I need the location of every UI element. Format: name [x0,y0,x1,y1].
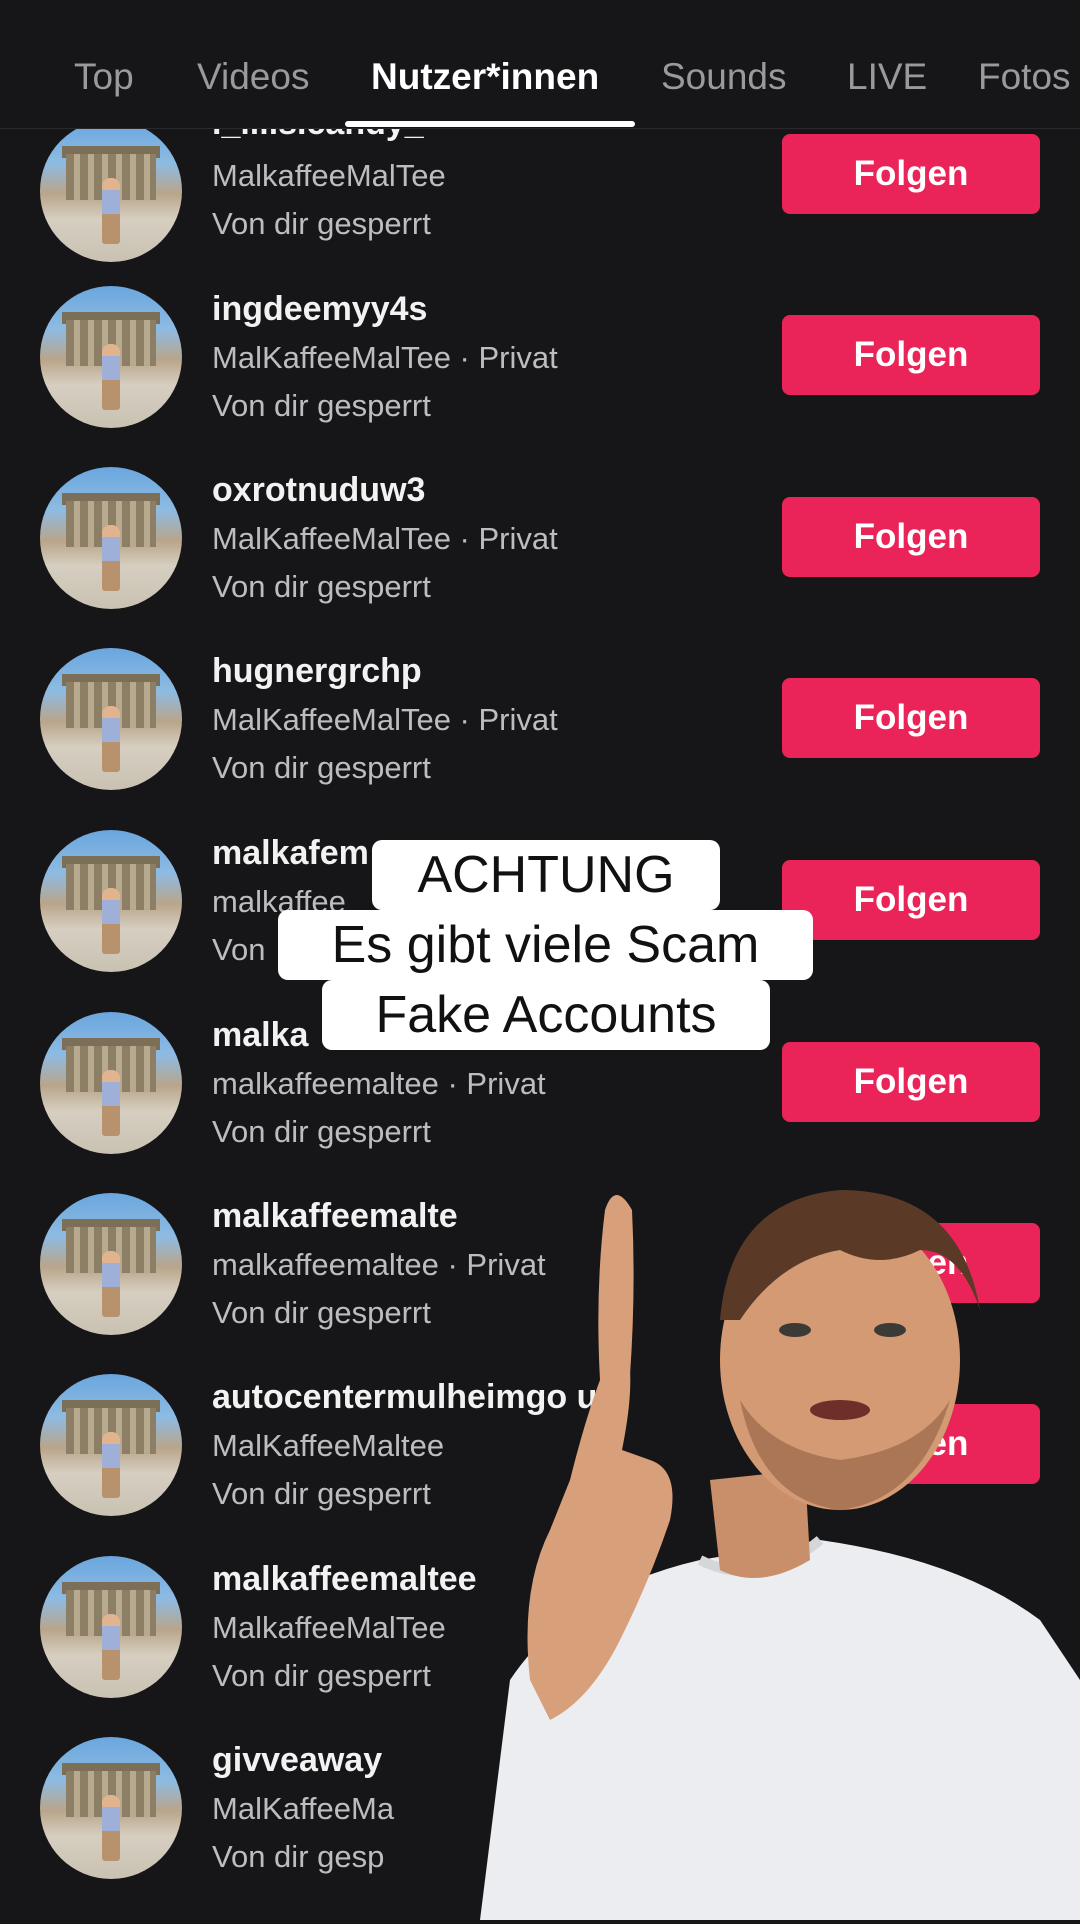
username: givveaway [212,1741,383,1779]
avatar[interactable] [40,1193,182,1335]
avatar[interactable] [40,648,182,790]
tab-live[interactable]: LIVE [847,56,927,98]
follow-button[interactable]: Folgen [782,678,1040,758]
caption-line-1: ACHTUNG [372,840,720,910]
list-item[interactable]: hugnergrchp MalKaffeeMalTee · Privat Von… [0,648,1080,835]
blocked-status: Von [212,932,266,967]
list-item[interactable]: ingdeemyy4s MalKaffeeMalTee · Privat Von… [0,286,1080,472]
avatar[interactable] [40,1374,182,1516]
list-item[interactable]: oxrotnuduw3 MalKaffeeMalTee · Privat Von… [0,467,1080,654]
caption-line-2: Es gibt viele Scam [278,910,813,980]
avatar[interactable] [40,120,182,262]
follow-button[interactable]: Folgen [782,1042,1040,1122]
avatar[interactable] [40,1012,182,1154]
user-subtitle: MalkaffeeMalTee [212,158,446,193]
list-item[interactable]: ._lilis.candy_ MalkaffeeMalTee Von dir g… [0,104,1080,291]
tab-videos[interactable]: Videos [197,56,309,98]
presenter-video-overlay [480,1190,1080,1920]
follow-button[interactable]: Folgen [782,315,1040,395]
username: malka [212,1016,309,1054]
blocked-status: Von dir gesperrt [212,569,431,604]
username: hugnergrchp [212,652,422,690]
active-tab-indicator [345,121,635,127]
follow-button[interactable]: Folgen [782,860,1040,940]
blocked-status: Von dir gesperrt [212,750,431,785]
user-subtitle: MalKaffeeMalTee · Privat [212,340,558,375]
search-tabs: Top Videos Nutzer*innen Sounds LIVE Foto… [0,0,1080,129]
username: malkafem [212,834,369,872]
avatar[interactable] [40,286,182,428]
follow-button[interactable]: Folgen [782,497,1040,577]
username: ingdeemyy4s [212,290,428,328]
avatar[interactable] [40,467,182,609]
blocked-status: Von dir gesperrt [212,206,431,241]
avatar[interactable] [40,1556,182,1698]
blocked-status: Von dir gesperrt [212,388,431,423]
user-subtitle: MalKaffeeMalTee · Privat [212,521,558,556]
blocked-status: Von dir gesperrt [212,1114,431,1149]
tab-top[interactable]: Top [74,56,134,98]
tab-users[interactable]: Nutzer*innen [371,56,599,98]
user-subtitle: malkaffeemaltee · Privat [212,1066,546,1101]
tab-sounds[interactable]: Sounds [661,56,787,98]
username: oxrotnuduw3 [212,471,426,509]
follow-button[interactable]: Folgen [782,134,1040,214]
blocked-status: Von dir gesperrt [212,1658,431,1693]
caption-line-3: Fake Accounts [322,980,770,1050]
avatar[interactable] [40,830,182,972]
blocked-status: Von dir gesperrt [212,1476,431,1511]
user-subtitle: MalKaffeeMa [212,1791,395,1826]
blocked-status: Von dir gesp [212,1839,385,1874]
blocked-status: Von dir gesperrt [212,1295,431,1330]
tab-photos[interactable]: Fotos [978,56,1071,98]
user-subtitle: MalKaffeeMalTee · Privat [212,702,558,737]
avatar[interactable] [40,1737,182,1879]
